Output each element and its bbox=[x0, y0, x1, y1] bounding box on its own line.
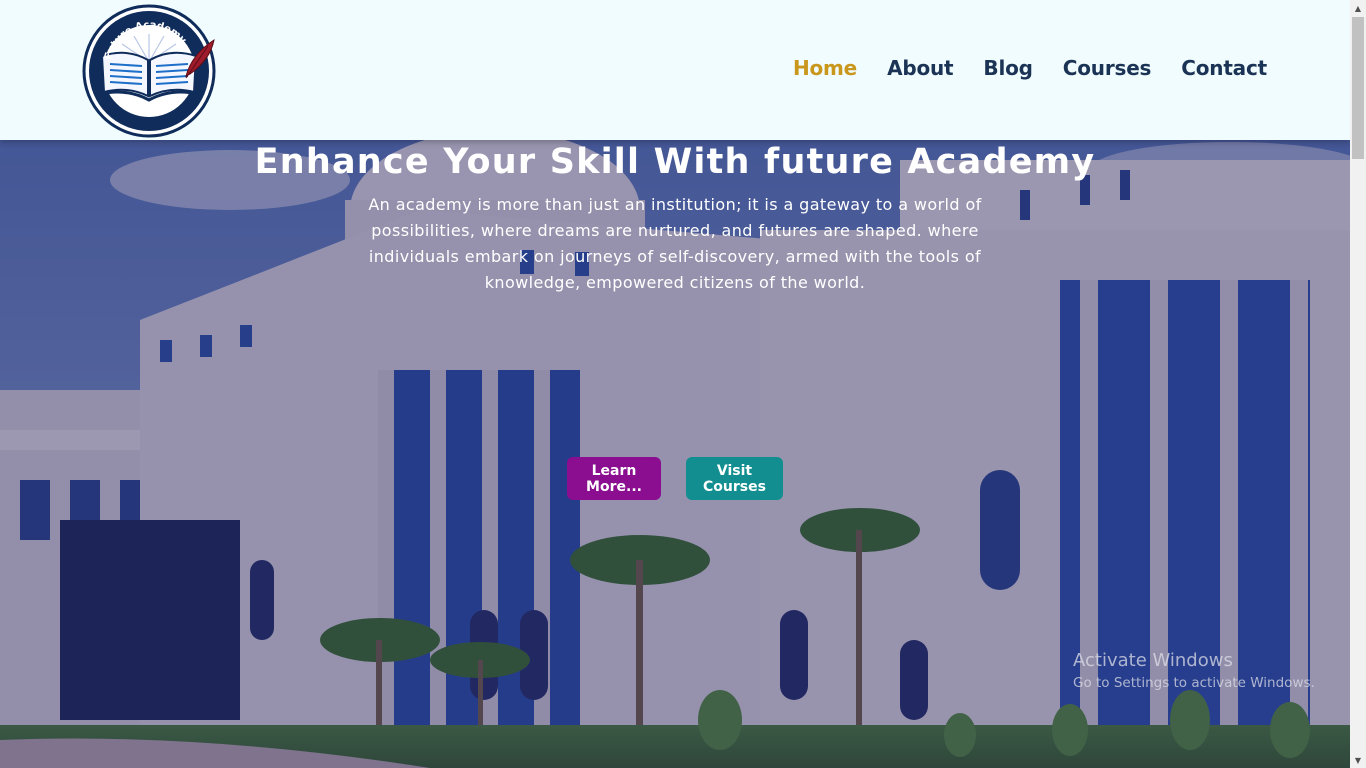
open-book-with-quill-icon: Future Academy bbox=[82, 4, 216, 138]
hero-section: Enhance Your Skill With future Academy A… bbox=[0, 140, 1350, 768]
hero-title: Enhance Your Skill With future Academy bbox=[254, 142, 1096, 182]
windows-activation-watermark: Activate Windows Go to Settings to activ… bbox=[1073, 650, 1315, 691]
triangle-up-icon[interactable]: ▲ bbox=[1350, 0, 1366, 16]
learn-more-button[interactable]: Learn More... bbox=[567, 457, 661, 500]
main-nav: Home About Blog Courses Contact bbox=[793, 56, 1267, 80]
watermark-subtitle: Go to Settings to activate Windows. bbox=[1073, 675, 1315, 691]
hero-description: An academy is more than just an institut… bbox=[368, 195, 982, 292]
scrollbar-thumb[interactable] bbox=[1352, 17, 1364, 159]
nav-about[interactable]: About bbox=[887, 56, 954, 80]
hero-buttons: Learn More... Visit Courses bbox=[0, 457, 1350, 500]
site-header: Future Academy Home About Blog Courses C… bbox=[0, 0, 1350, 140]
triangle-down-icon[interactable]: ▼ bbox=[1350, 752, 1366, 768]
watermark-title: Activate Windows bbox=[1073, 650, 1233, 671]
nav-blog[interactable]: Blog bbox=[983, 56, 1033, 80]
academy-logo[interactable]: Future Academy bbox=[82, 4, 218, 138]
nav-courses[interactable]: Courses bbox=[1063, 56, 1152, 80]
visit-courses-button[interactable]: Visit Courses bbox=[686, 457, 783, 500]
nav-contact[interactable]: Contact bbox=[1181, 56, 1267, 80]
nav-home[interactable]: Home bbox=[793, 56, 857, 80]
vertical-scrollbar[interactable]: ▲ ▼ bbox=[1350, 0, 1366, 768]
